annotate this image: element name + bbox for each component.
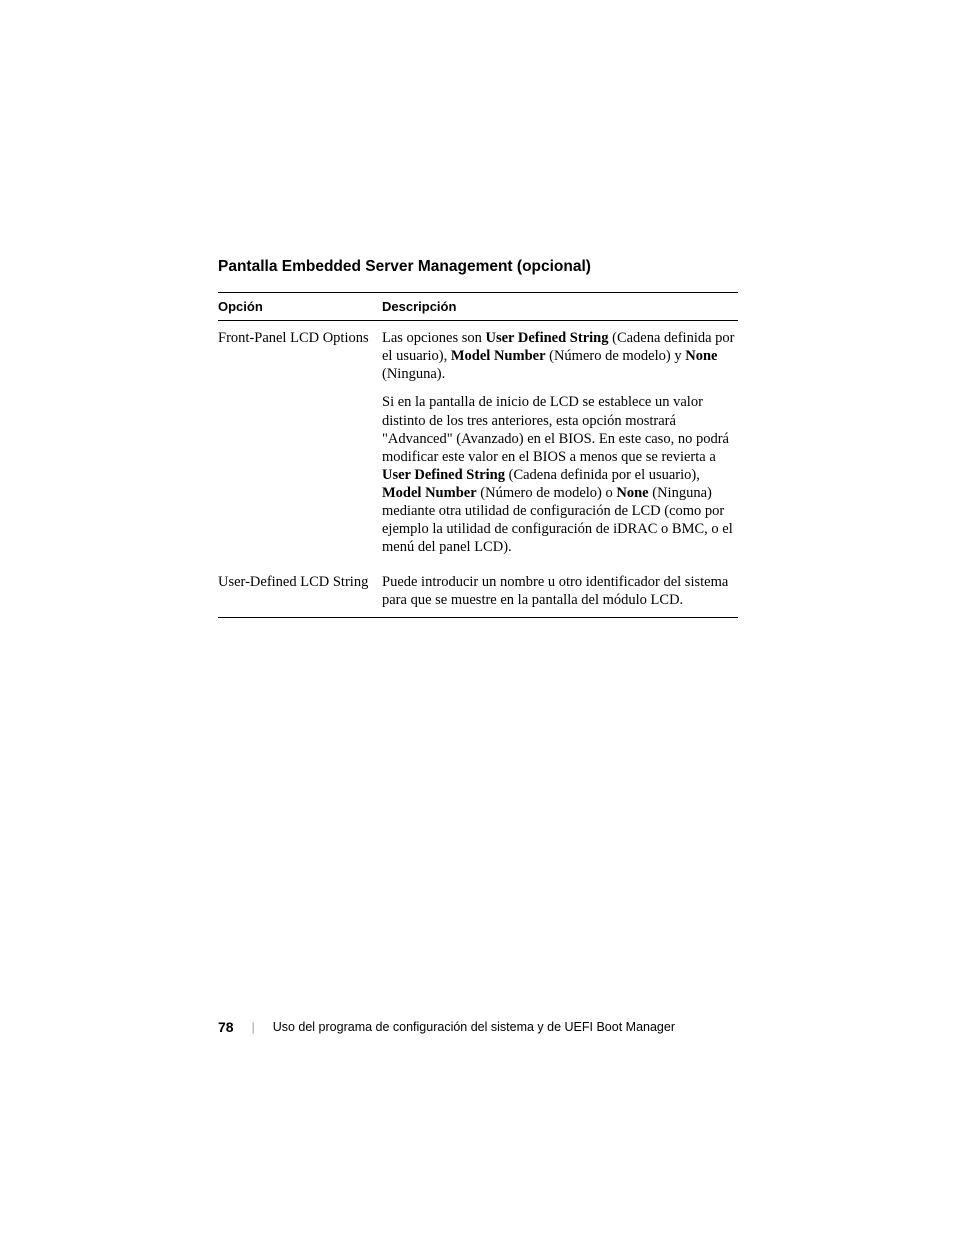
opcion-cell: Front-Panel LCD Options: [218, 321, 382, 565]
desc-text: (Número de modelo) y: [546, 348, 686, 364]
footer-divider: |: [252, 1020, 255, 1034]
descripcion-cell: Las opciones son User Defined String (Ca…: [382, 321, 738, 565]
page-footer: 78 | Uso del programa de configuración d…: [218, 1019, 738, 1035]
header-descripcion: Descripción: [382, 293, 738, 321]
desc-text: (Ninguna).: [382, 366, 445, 382]
section-title: Pantalla Embedded Server Management (opc…: [218, 258, 738, 276]
bold-term: Model Number: [382, 485, 477, 501]
opcion-cell: User-Defined LCD String: [218, 565, 382, 618]
description-block-2: Si en la pantalla de inicio de LCD se es…: [382, 393, 738, 556]
page-number: 78: [218, 1019, 234, 1035]
table-row: Front-Panel LCD Options Las opciones son…: [218, 321, 738, 565]
bold-term: User Defined String: [486, 330, 609, 346]
options-table: Opción Descripción Front-Panel LCD Optio…: [218, 292, 738, 618]
table-row: User-Defined LCD String Puede introducir…: [218, 565, 738, 618]
header-opcion: Opción: [218, 293, 382, 321]
desc-text: Si en la pantalla de inicio de LCD se es…: [382, 394, 729, 464]
bold-term: Model Number: [451, 348, 546, 364]
desc-text: Las opciones son: [382, 330, 486, 346]
desc-text: (Número de modelo) o: [477, 485, 617, 501]
bold-term: None: [685, 348, 717, 364]
description-block-1: Las opciones son User Defined String (Ca…: [382, 329, 738, 383]
desc-text: (Cadena definida por el usuario),: [505, 467, 700, 483]
descripcion-cell: Puede introducir un nombre u otro identi…: [382, 565, 738, 618]
bold-term: None: [616, 485, 648, 501]
table-header-row: Opción Descripción: [218, 293, 738, 321]
bold-term: User Defined String: [382, 467, 505, 483]
footer-text: Uso del programa de configuración del si…: [273, 1020, 675, 1034]
